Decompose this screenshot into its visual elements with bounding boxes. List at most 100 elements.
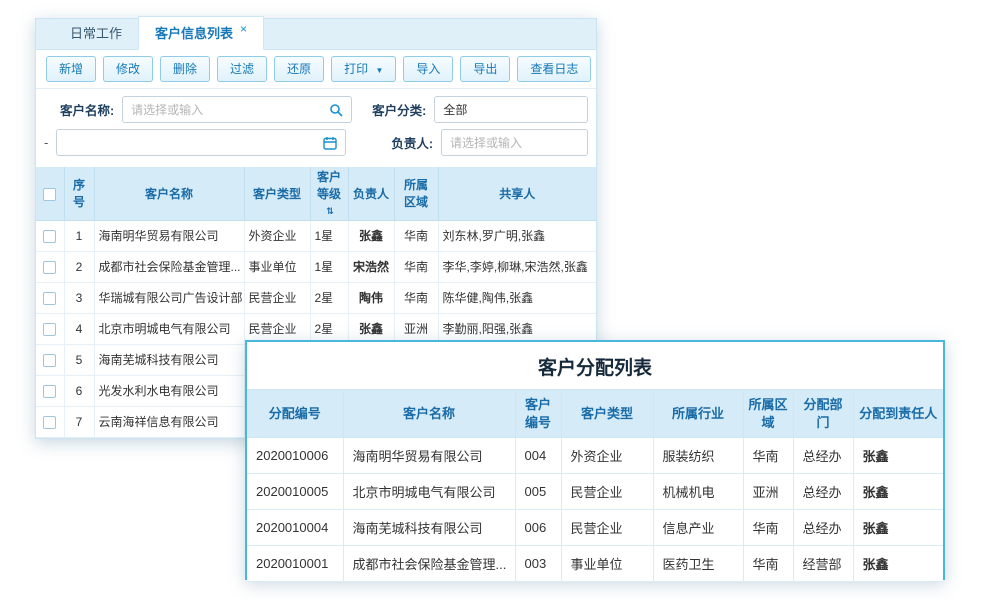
row-select-cell <box>36 282 64 313</box>
cell-assignee[interactable]: 张鑫 <box>853 546 943 582</box>
cell-assignee[interactable]: 张鑫 <box>853 474 943 510</box>
row-checkbox[interactable] <box>43 354 56 367</box>
cell-no: 1 <box>64 220 94 251</box>
delete-button[interactable]: 删除 <box>160 56 210 82</box>
desktop: 日常工作 客户信息列表 × 新增 修改 删除 过滤 还原 打印 ▼ 导入 导出 … <box>0 0 1000 600</box>
cell-alloc-no[interactable]: 2020010005 <box>247 474 343 510</box>
owner-placeholder: 请选择或输入 <box>450 134 522 151</box>
cell-no: 2 <box>64 251 94 282</box>
cell-name[interactable]: 海南明华贸易有限公司 <box>343 438 515 474</box>
cell-name[interactable]: 成都市社会保险基金管理... <box>94 251 244 282</box>
table-row[interactable]: 2成都市社会保险基金管理...事业单位1星宋浩然华南李华,李婷,柳琳,宋浩然,张… <box>36 251 596 282</box>
column-header-region: 所属区域 <box>394 167 438 220</box>
cell-shared: 刘东林,罗广明,张鑫 <box>438 220 596 251</box>
close-tab-icon[interactable]: × <box>240 23 247 35</box>
column-header-dept: 分配部门 <box>793 390 853 438</box>
cell-name[interactable]: 成都市社会保险基金管理... <box>343 546 515 582</box>
column-header-region: 所属区域 <box>743 390 793 438</box>
cell-name[interactable]: 海南芜城科技有限公司 <box>94 344 244 375</box>
customer-name-input[interactable]: 请选择或输入 <box>122 96 352 123</box>
cell-alloc-no[interactable]: 2020010001 <box>247 546 343 582</box>
date-input[interactable] <box>56 129 346 156</box>
row-select-cell <box>36 251 64 282</box>
filter-button[interactable]: 过滤 <box>217 56 267 82</box>
row-checkbox[interactable] <box>43 292 56 305</box>
cell-owner[interactable]: 张鑫 <box>348 220 394 251</box>
cell-type: 事业单位 <box>561 546 653 582</box>
select-all-checkbox[interactable] <box>43 188 56 201</box>
cell-type: 民营企业 <box>561 510 653 546</box>
cell-name[interactable]: 北京市明城电气有限公司 <box>343 474 515 510</box>
column-header-cust-no: 客户编号 <box>515 390 561 438</box>
table-row[interactable]: 3华瑞城有限公司广告设计部民营企业2星陶伟华南陈华健,陶伟,张鑫 <box>36 282 596 313</box>
table-row[interactable]: 2020010004海南芜城科技有限公司006民营企业信息产业华南总经办张鑫 <box>247 510 943 546</box>
cell-cust-no: 005 <box>515 474 561 510</box>
owner-input[interactable]: 请选择或输入 <box>441 129 588 156</box>
allocation-table-header-row: 分配编号客户名称客户编号客户类型所属行业所属区域分配部门分配到责任人 <box>247 390 943 438</box>
cell-level: 1星 <box>310 251 348 282</box>
modify-button[interactable]: 修改 <box>103 56 153 82</box>
sort-icon[interactable]: ⇅ <box>326 206 334 216</box>
import-button[interactable]: 导入 <box>403 56 453 82</box>
export-button[interactable]: 导出 <box>460 56 510 82</box>
cell-alloc-no[interactable]: 2020010006 <box>247 438 343 474</box>
cell-name[interactable]: 北京市明城电气有限公司 <box>94 313 244 344</box>
cell-name[interactable]: 海南明华贸易有限公司 <box>94 220 244 251</box>
column-header-name: 客户名称 <box>343 390 515 438</box>
allocation-table: 分配编号客户名称客户编号客户类型所属行业所属区域分配部门分配到责任人 20200… <box>247 389 943 582</box>
row-checkbox[interactable] <box>43 261 56 274</box>
column-header-type: 客户类型 <box>561 390 653 438</box>
cell-cust-no: 003 <box>515 546 561 582</box>
table-row[interactable]: 2020010005北京市明城电气有限公司005民营企业机械机电亚洲总经办张鑫 <box>247 474 943 510</box>
tab-daily-work[interactable]: 日常工作 <box>54 17 138 49</box>
cell-name[interactable]: 光发水利水电有限公司 <box>94 375 244 406</box>
calendar-icon[interactable] <box>323 136 337 150</box>
select-all-header <box>36 167 64 220</box>
cell-assignee[interactable]: 张鑫 <box>853 510 943 546</box>
cell-dept: 总经办 <box>793 510 853 546</box>
row-checkbox[interactable] <box>43 385 56 398</box>
row-checkbox[interactable] <box>43 230 56 243</box>
cell-alloc-no[interactable]: 2020010004 <box>247 510 343 546</box>
cell-industry: 信息产业 <box>653 510 743 546</box>
tab-customer-info-list[interactable]: 客户信息列表 × <box>138 16 264 50</box>
cell-region: 华南 <box>394 282 438 313</box>
toolbar: 新增 修改 删除 过滤 还原 打印 ▼ 导入 导出 查看日志 <box>36 50 596 89</box>
row-select-cell <box>36 406 64 437</box>
view-log-button[interactable]: 查看日志 <box>517 56 591 82</box>
cell-cust-no: 006 <box>515 510 561 546</box>
row-checkbox[interactable] <box>43 323 56 336</box>
add-button[interactable]: 新增 <box>46 56 96 82</box>
column-header-industry: 所属行业 <box>653 390 743 438</box>
row-select-cell <box>36 344 64 375</box>
row-checkbox[interactable] <box>43 416 56 429</box>
cell-type: 民营企业 <box>561 474 653 510</box>
cell-no: 3 <box>64 282 94 313</box>
cell-name[interactable]: 华瑞城有限公司广告设计部 <box>94 282 244 313</box>
cell-name[interactable]: 云南海祥信息有限公司 <box>94 406 244 437</box>
customer-allocation-window: 客户分配列表 分配编号客户名称客户编号客户类型所属行业所属区域分配部门分配到责任… <box>245 340 945 580</box>
restore-button[interactable]: 还原 <box>274 56 324 82</box>
cell-assignee[interactable]: 张鑫 <box>853 438 943 474</box>
cell-name[interactable]: 海南芜城科技有限公司 <box>343 510 515 546</box>
cell-owner[interactable]: 宋浩然 <box>348 251 394 282</box>
table-row[interactable]: 2020010006海南明华贸易有限公司004外资企业服装纺织华南总经办张鑫 <box>247 438 943 474</box>
cell-shared: 李华,李婷,柳琳,宋浩然,张鑫 <box>438 251 596 282</box>
table-row[interactable]: 2020010001成都市社会保险基金管理...003事业单位医药卫生华南经营部… <box>247 546 943 582</box>
print-button[interactable]: 打印 ▼ <box>331 56 396 82</box>
customer-category-label: 客户分类: <box>372 100 426 119</box>
column-header-level[interactable]: 客户等级⇅ <box>310 167 348 220</box>
cell-region: 华南 <box>394 220 438 251</box>
allocation-list-title: 客户分配列表 <box>247 342 943 389</box>
owner-label: 负责人: <box>391 133 433 152</box>
customer-name-label: 客户名称: <box>60 100 114 119</box>
cell-type: 外资企业 <box>561 438 653 474</box>
cell-owner[interactable]: 陶伟 <box>348 282 394 313</box>
cell-industry: 医药卫生 <box>653 546 743 582</box>
table-row[interactable]: 1海南明华贸易有限公司外资企业1星张鑫华南刘东林,罗广明,张鑫 <box>36 220 596 251</box>
customer-category-select[interactable]: 全部 <box>434 96 588 123</box>
print-button-label: 打印 <box>344 62 368 76</box>
cell-level: 1星 <box>310 220 348 251</box>
search-icon[interactable] <box>329 103 343 117</box>
cell-no: 4 <box>64 313 94 344</box>
